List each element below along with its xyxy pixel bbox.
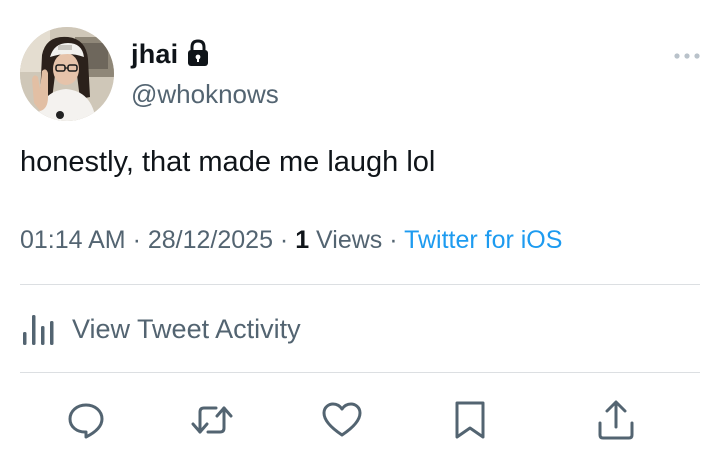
view-tweet-activity-button[interactable]: View Tweet Activity — [20, 312, 301, 346]
bar-chart-icon — [23, 315, 54, 345]
bookmark-button[interactable] — [448, 396, 492, 444]
views-label: Views — [309, 226, 383, 254]
share-button[interactable] — [594, 396, 638, 444]
tweet-actions-bar — [0, 396, 720, 450]
meta-separator: · — [272, 226, 296, 254]
lock-icon — [186, 39, 210, 67]
share-icon — [598, 400, 634, 440]
bookmark-icon — [455, 401, 485, 439]
heart-icon — [322, 402, 362, 437]
meta-separator: · — [125, 226, 148, 254]
tweet-detail: jhai @whoknows honestly, that made me la… — [0, 0, 720, 470]
display-name[interactable]: jhai — [131, 38, 178, 70]
retweet-button[interactable] — [190, 396, 234, 444]
view-tweet-activity-label: View Tweet Activity — [72, 314, 301, 344]
more-horizontal-icon[interactable] — [672, 48, 702, 64]
avatar[interactable] — [20, 27, 114, 121]
reply-icon — [68, 403, 104, 439]
retweet-icon — [191, 406, 233, 434]
views-count: 1 — [295, 226, 310, 254]
like-button[interactable] — [320, 396, 364, 444]
tweet-meta: 01:14 AM · 28/12/2025 · 1 Views · Twitte… — [20, 224, 562, 256]
divider — [20, 284, 700, 285]
display-name-row: jhai — [131, 38, 210, 70]
tweet-text: honestly, that made me laugh lol — [20, 146, 436, 178]
divider — [20, 372, 700, 373]
tweet-time[interactable]: 01:14 AM — [20, 226, 126, 254]
tweet-source-link[interactable]: Twitter for iOS — [404, 226, 562, 254]
meta-separator: · — [382, 226, 405, 254]
user-handle[interactable]: @whoknows — [131, 78, 279, 110]
tweet-date[interactable]: 28/12/2025 — [148, 226, 273, 254]
reply-button[interactable] — [64, 396, 108, 444]
